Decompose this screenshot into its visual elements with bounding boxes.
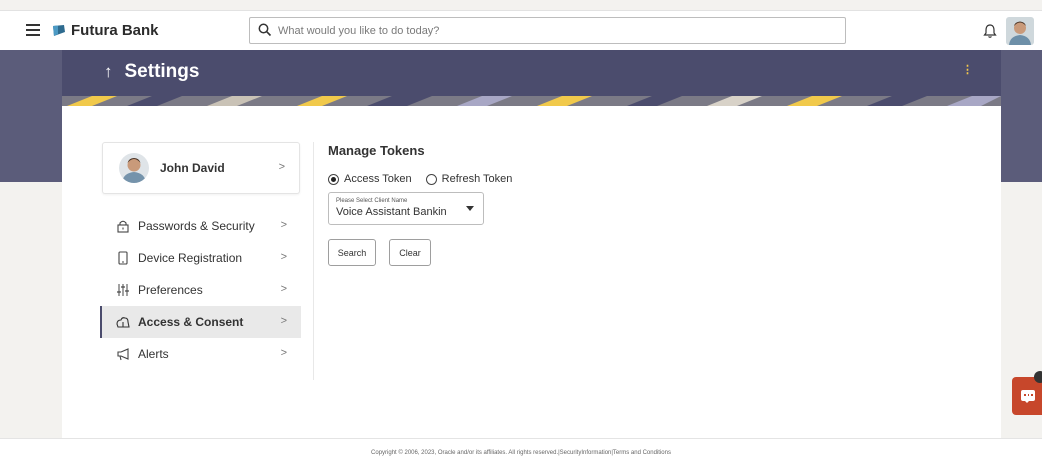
- search-input[interactable]: [278, 22, 818, 40]
- radio-selected-icon[interactable]: [328, 173, 339, 185]
- radio-access-token[interactable]: Access Token: [328, 173, 412, 185]
- client-name-select[interactable]: Please Select Client Name Voice Assistan…: [328, 192, 484, 225]
- chevron-right-icon: >: [278, 161, 285, 173]
- profile-avatar: [119, 153, 149, 183]
- menu-item-device-registration[interactable]: Device Registration >: [100, 242, 301, 274]
- clear-button[interactable]: Clear: [389, 239, 431, 266]
- footer: Copyright © 2006, 2023, Oracle and/or it…: [0, 438, 1042, 470]
- menu-item-label: Device Registration: [138, 251, 243, 265]
- menu-item-passwords-security[interactable]: Passwords & Security >: [100, 210, 301, 242]
- profile-card[interactable]: John David >: [102, 142, 300, 194]
- chevron-right-icon: >: [280, 251, 287, 263]
- cloud-access-icon: [116, 317, 130, 328]
- divider: [313, 142, 314, 380]
- menu-item-preferences[interactable]: Preferences >: [100, 274, 301, 306]
- notification-bell-icon[interactable]: [983, 23, 997, 39]
- lock-icon: [117, 220, 129, 233]
- select-label: Please Select Client Name: [336, 198, 408, 204]
- section-title: Manage Tokens: [328, 143, 425, 158]
- sliders-icon: [117, 284, 129, 296]
- search-button[interactable]: Search: [328, 239, 376, 266]
- hero-left-pattern: [0, 50, 62, 182]
- chevron-right-icon: >: [280, 219, 287, 231]
- menu-item-access-consent[interactable]: Access & Consent >: [100, 306, 301, 338]
- hero-right-pattern: [1001, 50, 1042, 182]
- menu-item-label: Alerts: [138, 347, 169, 361]
- hamburger-menu-icon[interactable]: [26, 24, 40, 36]
- kebab-menu-icon[interactable]: ⋮: [962, 63, 973, 76]
- profile-name: John David: [160, 161, 225, 175]
- global-search[interactable]: [249, 17, 846, 44]
- chevron-right-icon: >: [280, 315, 287, 327]
- chevron-right-icon: >: [280, 347, 287, 359]
- menu-item-label: Passwords & Security: [138, 219, 255, 233]
- brand-name[interactable]: Futura Bank: [71, 22, 159, 39]
- menu-item-alerts[interactable]: Alerts >: [100, 338, 301, 370]
- radio-label: Access Token: [344, 173, 412, 185]
- search-icon: [258, 23, 272, 37]
- chat-dots: [1024, 394, 1033, 396]
- token-type-radio-group: Access Token Refresh Token: [328, 173, 512, 185]
- settings-card: John David > Passwords & Security > Devi…: [62, 106, 1001, 438]
- device-icon: [118, 251, 128, 265]
- select-value: Voice Assistant Bankin: [336, 206, 447, 218]
- radio-label: Refresh Token: [441, 173, 513, 185]
- megaphone-icon: [117, 348, 129, 361]
- user-avatar[interactable]: [1006, 17, 1034, 45]
- radio-unselected-icon[interactable]: [425, 173, 437, 185]
- up-arrow-icon[interactable]: ↑: [104, 62, 113, 82]
- chevron-right-icon: >: [280, 283, 287, 295]
- footer-copyright: Copyright © 2006, 2023, Oracle and/or it…: [371, 450, 671, 456]
- chat-badge: [1034, 371, 1042, 383]
- menu-item-label: Access & Consent: [138, 315, 244, 329]
- top-bar: Futura Bank: [0, 10, 1042, 50]
- menu-item-label: Preferences: [138, 283, 203, 297]
- bank-logo-icon: [53, 25, 65, 36]
- radio-refresh-token[interactable]: Refresh Token: [425, 173, 513, 185]
- caret-down-icon[interactable]: [466, 206, 474, 211]
- page-title: Settings: [124, 61, 200, 82]
- page-title-row: ↑ Settings: [104, 61, 199, 83]
- settings-menu: Passwords & Security > Device Registrati…: [100, 210, 301, 370]
